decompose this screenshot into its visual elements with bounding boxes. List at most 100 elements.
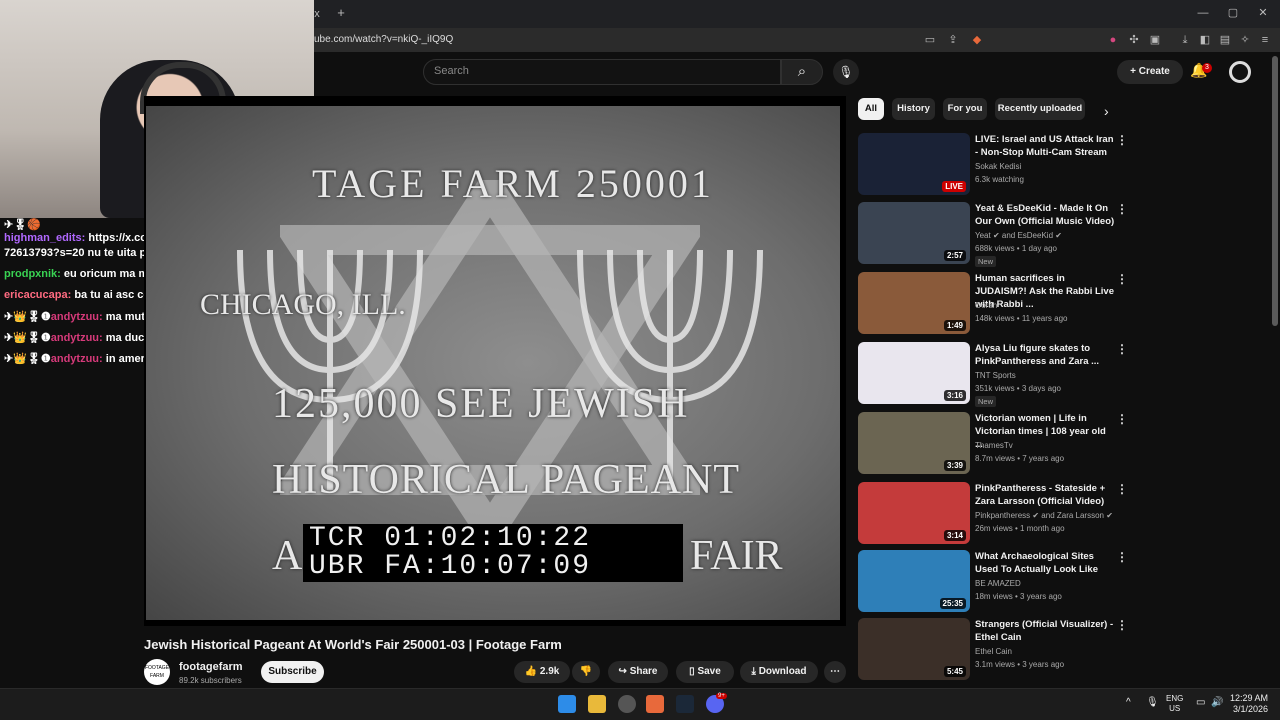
file-explorer-icon[interactable] — [588, 695, 606, 713]
more-options-icon[interactable]: ⋮ — [1116, 482, 1128, 496]
ellipsis-icon: ⋯ — [830, 666, 840, 677]
related-channel[interactable]: Yeat ✔ and EsDeeKid ✔ — [975, 231, 1062, 240]
download-icon: ⤓ — [751, 666, 759, 677]
like-button[interactable]: 👍 2.9k — [514, 661, 570, 683]
related-video-item[interactable]: 2:57 Yeat & EsDeeKid - Made It On Our Own… — [858, 202, 1128, 267]
menu-icon[interactable]: ≡ — [1258, 33, 1272, 47]
related-channel[interactable]: Sokak Kedisi — [975, 162, 1021, 171]
puzzle-icon[interactable]: ✣ — [1127, 33, 1141, 47]
related-channel[interactable]: ThamesTv — [975, 441, 1013, 450]
extension-icon[interactable]: ● — [1106, 33, 1120, 47]
minimize-button[interactable]: — — [1196, 6, 1210, 20]
maximize-button[interactable]: ▢ — [1226, 6, 1240, 20]
duration-badge: 5:45 — [943, 666, 966, 677]
chip-recently-uploaded[interactable]: Recently uploaded — [995, 98, 1085, 120]
related-channel[interactable]: Ethel Cain — [975, 647, 1012, 656]
save-label: Save — [697, 666, 721, 677]
video-thumbnail[interactable]: LIVE — [858, 133, 970, 195]
related-video-item[interactable]: 3:39 Victorian women | Life in Victorian … — [858, 412, 1128, 474]
chip-history[interactable]: History — [892, 98, 935, 120]
duration-badge: 3:16 — [943, 390, 966, 401]
duration-badge: 1:49 — [943, 320, 966, 331]
chip-for-you[interactable]: For you — [943, 98, 987, 120]
channel-name[interactable]: footagefarm — [179, 661, 243, 673]
related-video-item[interactable]: 3:16 Alysa Liu figure skates to PinkPanth… — [858, 342, 1128, 407]
related-channel[interactable]: Oorah — [975, 301, 997, 310]
video-title: Jewish Historical Pageant At World's Fai… — [144, 637, 562, 652]
wallet-icon[interactable]: ▣ — [1148, 33, 1162, 47]
chat-badges: ✈👑🎖❶ — [4, 353, 51, 365]
video-thumbnail[interactable]: 25:35 — [858, 550, 970, 612]
related-meta: 688k views • 1 day ago — [975, 244, 1057, 253]
search-button[interactable]: ⌕ — [781, 59, 823, 85]
clock[interactable]: 12:29 AM 3/1/2026 — [1222, 693, 1268, 715]
clock-date: 3/1/2026 — [1232, 704, 1268, 714]
related-title[interactable]: Yeat & EsDeeKid - Made It On Our Own (Of… — [975, 202, 1115, 228]
close-window-button[interactable]: ✕ — [1256, 6, 1270, 20]
frame-line1: 125,000 SEE JEWISH — [272, 381, 690, 427]
brave-shield-icon[interactable]: ◆ — [970, 33, 984, 47]
leo-icon[interactable]: ✧ — [1238, 33, 1252, 47]
scrollbar[interactable] — [1272, 56, 1278, 326]
more-options-icon[interactable]: ⋮ — [1116, 342, 1128, 356]
tray-chevron-icon[interactable]: ^ — [1126, 697, 1131, 708]
chevron-right-icon[interactable]: › — [1104, 103, 1109, 119]
new-tab-button[interactable]: + — [334, 6, 348, 20]
video-thumbnail[interactable]: 3:16 — [858, 342, 970, 404]
subscribe-button[interactable]: Subscribe — [261, 661, 324, 683]
more-options-icon[interactable]: ⋮ — [1116, 133, 1128, 147]
duration-badge: 2:57 — [943, 250, 966, 261]
share-page-icon[interactable]: ⇪ — [946, 33, 960, 47]
video-thumbnail[interactable]: 3:39 — [858, 412, 970, 474]
related-title[interactable]: Strangers (Official Visualizer) - Ethel … — [975, 618, 1115, 644]
video-thumbnail[interactable]: 2:57 — [858, 202, 970, 264]
voice-search-button[interactable]: 🎙 — [833, 59, 859, 85]
create-button[interactable]: + Create — [1117, 60, 1183, 84]
video-thumbnail[interactable]: 1:49 — [858, 272, 970, 334]
wallet-alt-icon[interactable]: ▤ — [1218, 33, 1232, 47]
more-options-icon[interactable]: ⋮ — [1116, 412, 1128, 426]
video-thumbnail[interactable]: 5:45 — [858, 618, 970, 680]
url-text[interactable]: ube.com/watch?v=nkiQ-_iIQ9Q — [314, 34, 453, 45]
related-title[interactable]: What Archaeological Sites Used To Actual… — [975, 550, 1115, 576]
dislike-button[interactable]: 👎 — [572, 661, 600, 683]
related-video-item[interactable]: 3:14 PinkPantheress - Stateside + Zara La… — [858, 482, 1128, 544]
chip-all[interactable]: All — [858, 98, 884, 120]
related-video-item[interactable]: LIVE LIVE: Israel and US Attack Iran - No… — [858, 133, 1128, 195]
related-title[interactable]: LIVE: Israel and US Attack Iran - Non-St… — [975, 133, 1115, 159]
related-title[interactable]: Alysa Liu figure skates to PinkPantheres… — [975, 342, 1115, 368]
language-indicator[interactable]: ENG US — [1166, 694, 1183, 714]
download-button[interactable]: ⤓ Download — [740, 661, 818, 683]
microphone-icon: 🎙 — [838, 65, 854, 79]
more-options-icon[interactable]: ⋮ — [1116, 618, 1128, 632]
related-video-item[interactable]: 1:49 Human sacrifices in JUDAISM?! Ask th… — [858, 272, 1128, 334]
more-options-icon[interactable]: ⋮ — [1116, 272, 1128, 286]
account-avatar[interactable] — [1229, 61, 1251, 83]
share-button[interactable]: ↪ Share — [608, 661, 668, 683]
download-icon[interactable]: ⤓ — [1178, 33, 1192, 47]
network-icon[interactable]: ▭ — [1196, 697, 1205, 708]
related-channel[interactable]: BE AMAZED — [975, 579, 1021, 588]
chat-badges: ✈👑🎖❶ — [4, 332, 51, 344]
video-thumbnail[interactable]: 3:14 — [858, 482, 970, 544]
steam-icon[interactable] — [676, 695, 694, 713]
related-video-item[interactable]: 25:35 What Archaeological Sites Used To A… — [858, 550, 1128, 612]
sidebar-icon[interactable]: ◧ — [1198, 33, 1212, 47]
frame-top-text: TAGE FARM 250001 — [312, 161, 714, 206]
brave-browser-icon[interactable] — [646, 695, 664, 713]
cast-icon[interactable]: ▭ — [923, 33, 937, 47]
channel-avatar[interactable]: FOOTAGE FARM — [144, 659, 170, 685]
duration-badge: LIVE — [942, 181, 966, 192]
more-options-icon[interactable]: ⋮ — [1116, 550, 1128, 564]
related-video-item[interactable]: 5:45 Strangers (Official Visualizer) - Et… — [858, 618, 1128, 680]
more-options-icon[interactable]: ⋮ — [1116, 202, 1128, 216]
more-actions-button[interactable]: ⋯ — [824, 661, 846, 683]
save-button[interactable]: ▯ Save — [676, 661, 734, 683]
related-title[interactable]: PinkPantheress - Stateside + Zara Larsso… — [975, 482, 1115, 508]
windows-start-icon[interactable] — [558, 695, 576, 713]
related-channel[interactable]: Pinkpantheress ✔ and Zara Larsson ✔ — [975, 511, 1113, 520]
related-channel[interactable]: TNT Sports — [975, 371, 1016, 380]
search-input[interactable] — [423, 59, 781, 85]
obs-icon[interactable] — [618, 695, 636, 713]
mic-tray-icon[interactable]: 🎙 — [1146, 697, 1159, 708]
